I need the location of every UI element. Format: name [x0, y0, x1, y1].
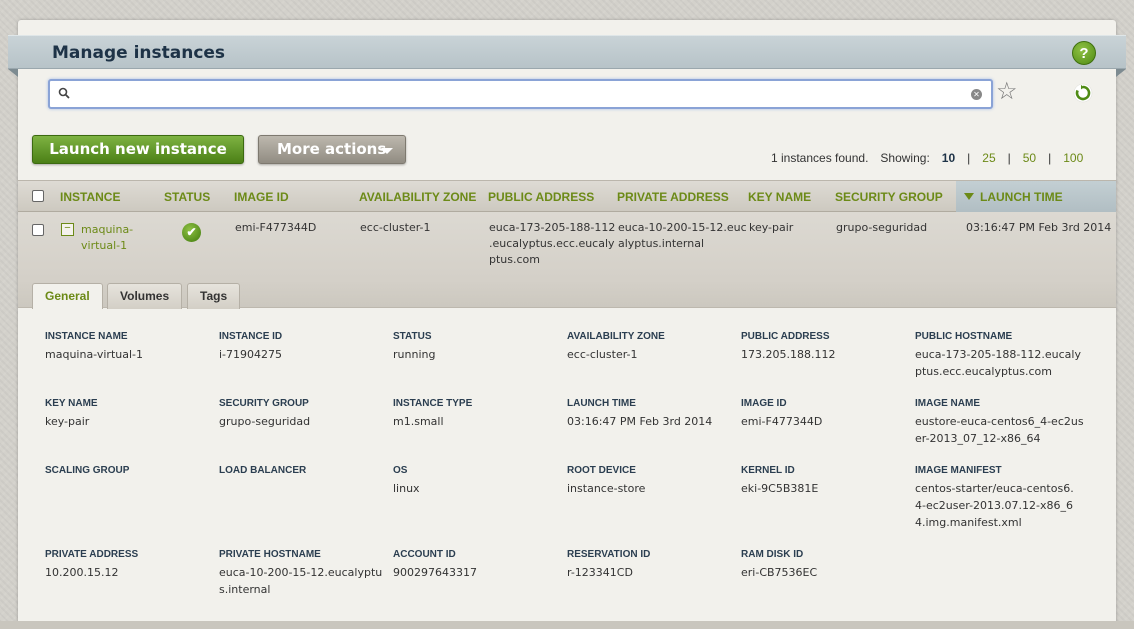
detail-scaling-group: SCALING GROUP	[45, 465, 130, 476]
table-header: INSTANCE STATUS IMAGE ID AVAILABILITY ZO…	[18, 180, 1116, 212]
page-size-25[interactable]: 25	[982, 151, 995, 165]
column-instance[interactable]: INSTANCE	[60, 190, 120, 204]
column-status[interactable]: STATUS	[164, 190, 210, 204]
tab-tags[interactable]: Tags	[187, 283, 241, 309]
detail-image-id: IMAGE ID emi-F477344D	[741, 398, 823, 428]
detail-tabs: General Volumes Tags	[18, 280, 1116, 309]
detail-status: STATUS running	[393, 331, 436, 361]
collapse-row-icon[interactable]: −	[61, 223, 74, 236]
detail-instance-type: INSTANCE TYPE m1.small	[393, 398, 473, 428]
detail-instance-name: INSTANCE NAME maquina-virtual-1	[45, 331, 143, 361]
help-icon[interactable]: ?	[1072, 41, 1096, 65]
page-size-100[interactable]: 100	[1063, 151, 1083, 165]
showing-label: Showing:	[880, 151, 930, 165]
column-private-address[interactable]: PRIVATE ADDRESS	[617, 190, 729, 204]
title-bar: Manage instances ?	[8, 35, 1126, 77]
column-security-group[interactable]: SECURITY GROUP	[835, 190, 943, 204]
detail-private-hostname: PRIVATE HOSTNAME euca-10-200-15-12.eucal…	[219, 549, 383, 596]
table-row[interactable]: − maquina- virtual-1 ✔ emi-F477344D ecc-…	[18, 212, 1116, 280]
search-icon	[58, 87, 70, 102]
detail-instance-id: INSTANCE ID i-71904275	[219, 331, 283, 361]
detail-os: OS linux	[393, 465, 420, 495]
refresh-icon[interactable]	[1073, 83, 1093, 103]
cell-image-id: emi-F477344D	[235, 221, 317, 234]
select-all-checkbox[interactable]	[32, 190, 44, 202]
tab-general[interactable]: General	[32, 283, 103, 309]
cell-key-name: key-pair	[749, 221, 794, 234]
column-launch-time[interactable]: LAUNCH TIME	[964, 190, 1063, 204]
cell-private-address: euca-10-200-15-12.euc alyptus.internal	[618, 221, 747, 250]
detail-availability-zone: AVAILABILITY ZONE ecc-cluster-1	[567, 331, 665, 361]
bottom-edge	[0, 621, 1134, 629]
detail-private-address: PRIVATE ADDRESS 10.200.15.12	[45, 549, 139, 579]
cell-zone: ecc-cluster-1	[360, 221, 431, 234]
tab-volumes[interactable]: Volumes	[107, 283, 183, 309]
chevron-down-icon	[381, 148, 393, 154]
column-key-name[interactable]: KEY NAME	[748, 190, 811, 204]
cell-public-address: euca-173-205-188-112 .eucalyptus.ecc.euc…	[489, 221, 616, 266]
detail-launch-time: LAUNCH TIME 03:16:47 PM Feb 3rd 2014	[567, 398, 713, 428]
detail-image-name: IMAGE NAME eustore-euca-centos6_4-ec2use…	[915, 398, 1084, 445]
more-actions-button[interactable]: More actions	[258, 135, 406, 164]
more-actions-label: More actions	[277, 140, 387, 158]
detail-load-balancer: LOAD BALANCER	[219, 465, 307, 476]
sort-desc-icon	[964, 193, 974, 200]
detail-security-group: SECURITY GROUP grupo-seguridad	[219, 398, 311, 428]
column-image-id[interactable]: IMAGE ID	[234, 190, 289, 204]
running-status-icon: ✔	[182, 223, 201, 242]
page-size-10[interactable]: 10	[942, 151, 955, 165]
detail-public-hostname: PUBLIC HOSTNAME euca-173-205-188-112.euc…	[915, 331, 1081, 378]
cell-security-group: grupo-seguridad	[836, 221, 928, 234]
cell-launch-time: 03:16:47 PM Feb 3rd 2014	[966, 221, 1112, 234]
instance-name-link[interactable]: maquina- virtual-1	[81, 222, 133, 254]
search-box[interactable]: ✕	[48, 79, 993, 109]
detail-public-address: PUBLIC ADDRESS 173.205.188.112	[741, 331, 836, 361]
detail-reservation-id: RESERVATION ID r-123341CD	[567, 549, 651, 579]
detail-kernel-id: KERNEL ID eki-9C5B381E	[741, 465, 819, 495]
column-availability-zone[interactable]: AVAILABILITY ZONE	[359, 190, 476, 204]
results-summary: 1 instances found. Showing: 10 | 25 | 50…	[771, 151, 1084, 165]
clear-search-icon[interactable]: ✕	[971, 89, 982, 100]
detail-key-name: KEY NAME key-pair	[45, 398, 98, 428]
instance-details: INSTANCE NAME maquina-virtual-1 INSTANCE…	[18, 309, 1116, 629]
detail-ramdisk-id: RAM DISK ID eri-CB7536EC	[741, 549, 818, 579]
search-input[interactable]	[76, 84, 956, 104]
launch-new-instance-button[interactable]: Launch new instance	[32, 135, 244, 164]
page-title: Manage instances	[52, 43, 226, 63]
detail-root-device: ROOT DEVICE instance-store	[567, 465, 646, 495]
favorite-star-icon[interactable]: ☆	[996, 78, 1018, 106]
detail-account-id: ACCOUNT ID 900297643317	[393, 549, 477, 579]
page-size-50[interactable]: 50	[1023, 151, 1036, 165]
instances-found-text: 1 instances found.	[771, 151, 869, 165]
column-public-address[interactable]: PUBLIC ADDRESS	[488, 190, 594, 204]
detail-image-manifest: IMAGE MANIFEST centos-starter/euca-cento…	[915, 465, 1074, 529]
row-checkbox[interactable]	[32, 224, 44, 236]
